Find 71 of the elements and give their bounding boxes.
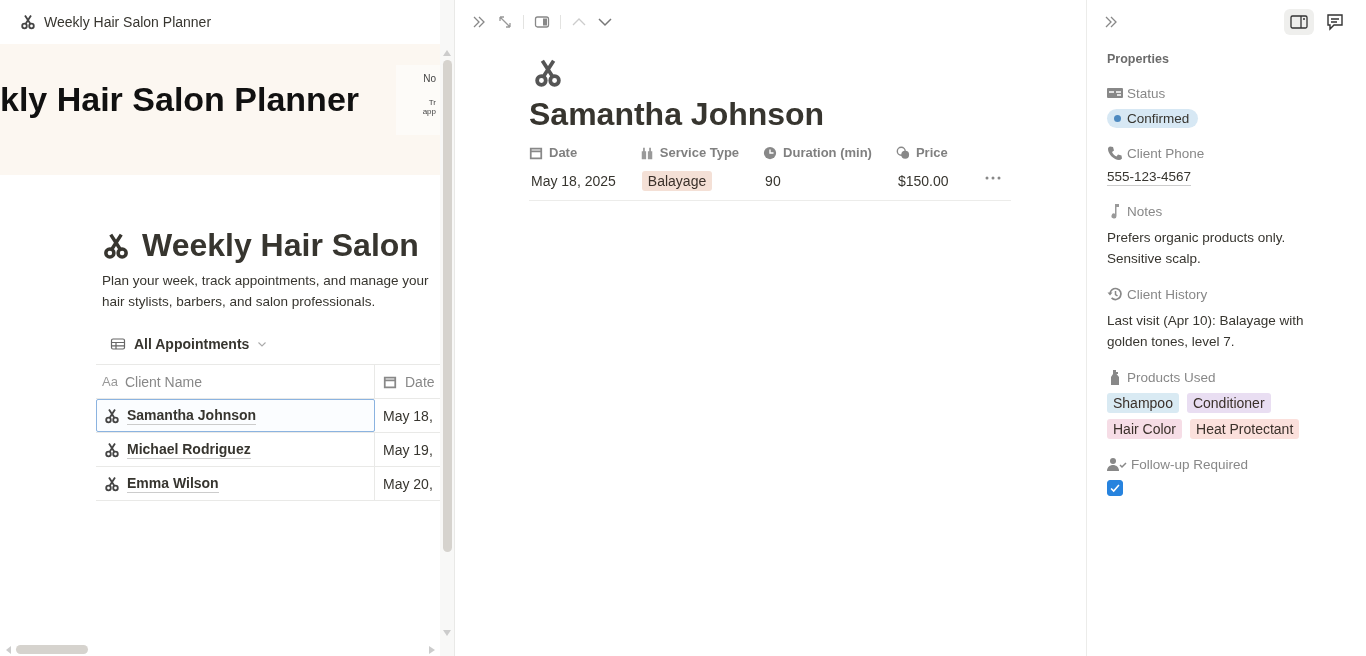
bottles-icon <box>639 145 654 160</box>
column-header[interactable]: Aa Client Name <box>96 365 375 398</box>
double-chevron-icon[interactable] <box>1103 14 1119 30</box>
scissors-icon <box>104 441 120 458</box>
banner-title: kly Hair Salon Planner <box>0 80 360 120</box>
expand-icon[interactable] <box>497 14 513 30</box>
scissors-icon <box>104 407 120 424</box>
table-icon <box>110 336 126 352</box>
calendar-icon <box>529 145 543 160</box>
view-selector[interactable]: All Appointments <box>106 332 272 356</box>
scissors-icon[interactable] <box>533 58 563 88</box>
table-cell-text: May 18, <box>382 406 434 426</box>
product-tag: Hair Color <box>1107 419 1182 439</box>
scissors-icon <box>104 475 120 492</box>
property-text: Last visit (Apr 10): Balayage with <box>1107 312 1305 330</box>
page-title: Samantha Johnson <box>529 96 826 133</box>
banner-card-text: app <box>422 106 437 116</box>
person-check-icon <box>1107 456 1127 472</box>
property-value: May 18, 2025 <box>531 173 616 189</box>
phone-icon <box>1107 145 1123 161</box>
product-tag: Heat Protectant <box>1190 419 1300 439</box>
property-text: Sensitive scalp. <box>1107 250 1202 268</box>
status-icon <box>1107 85 1123 101</box>
double-chevron-icon[interactable] <box>471 14 487 30</box>
service-tag: Balayage <box>641 171 713 191</box>
property-value: 90 <box>765 173 781 189</box>
calendar-icon <box>383 374 397 389</box>
column-header[interactable]: Date <box>375 365 441 398</box>
page-breadcrumb[interactable]: Weekly Hair Salon Planner <box>44 14 212 30</box>
status-pill[interactable]: Confirmed <box>1107 109 1199 128</box>
property-value: $150.00 <box>897 173 949 189</box>
table-cell[interactable]: Samantha Johnson <box>96 399 375 432</box>
page-heading: Weekly Hair Salon <box>142 227 419 264</box>
coins-icon <box>895 145 910 160</box>
horizontal-scrollbar[interactable] <box>16 645 88 654</box>
property-header[interactable]: Date <box>529 145 616 160</box>
banner-card-text: Tr <box>428 97 437 107</box>
product-tag: Shampoo <box>1107 393 1179 413</box>
phone-link[interactable]: 555-123-4567 <box>1107 169 1192 186</box>
product-tag: Conditioner <box>1186 393 1271 413</box>
side-panel-icon <box>1290 13 1308 31</box>
property-label[interactable]: Notes <box>1107 203 1346 219</box>
chevron-down-icon <box>257 339 268 349</box>
clock-icon <box>763 145 778 160</box>
banner-card-text: No <box>423 72 437 84</box>
side-panel-icon[interactable] <box>534 14 550 30</box>
vertical-scrollbar[interactable] <box>442 60 452 552</box>
property-label[interactable]: Client Phone <box>1107 145 1346 161</box>
property-header[interactable]: Service Type <box>639 145 740 160</box>
property-label[interactable]: Products Used <box>1107 369 1346 385</box>
table-cell[interactable]: Emma Wilson <box>96 467 375 500</box>
table-cell-text: May 20, <box>382 474 434 494</box>
description-text: Plan your week, track appointments, and manage your <box>102 272 430 290</box>
side-panel-button[interactable] <box>1284 9 1314 35</box>
property-label[interactable]: Follow-up Required <box>1107 456 1346 472</box>
description-text: hair stylists, barbers, and salon professionals. <box>102 293 377 311</box>
property-header[interactable]: Price <box>895 145 949 160</box>
scissors-icon <box>102 231 130 260</box>
comment-icon[interactable] <box>1326 13 1344 31</box>
history-icon <box>1107 286 1123 302</box>
table-cell-text: May 19, <box>382 440 434 460</box>
property-text: Prefers organic products only. <box>1107 229 1287 247</box>
property-label[interactable]: Client History <box>1107 286 1346 302</box>
property-header[interactable]: Duration (min) <box>763 145 872 160</box>
scissors-icon <box>20 14 36 30</box>
property-label[interactable]: Status <box>1107 85 1346 101</box>
checkbox[interactable] <box>1107 480 1123 496</box>
table-cell[interactable]: Michael Rodriguez <box>96 433 375 466</box>
property-text: golden tones, level 7. <box>1107 333 1236 351</box>
more-icon[interactable] <box>984 176 1001 180</box>
panel-title: Properties <box>1107 52 1170 66</box>
